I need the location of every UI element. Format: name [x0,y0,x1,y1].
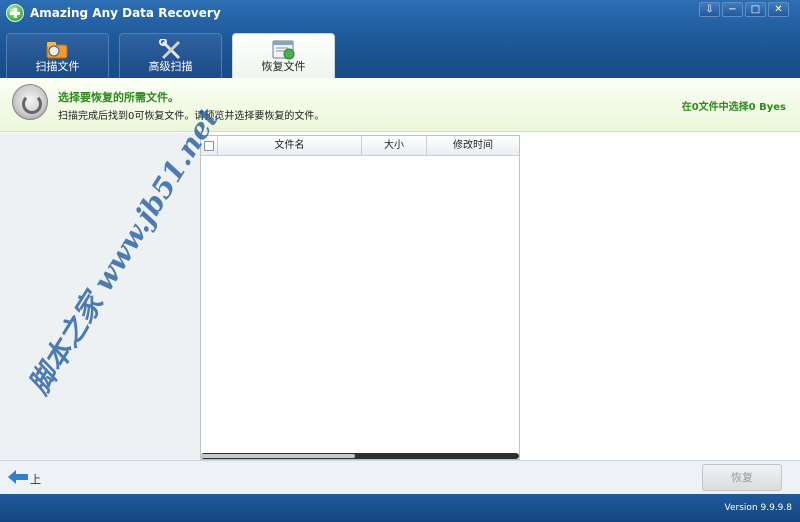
tab-scan-files[interactable]: 扫描文件 [6,33,109,78]
tab-label: 恢复文件 [261,60,306,73]
tab-advanced-scan[interactable]: 高级扫描 [119,33,222,78]
page-title: 选择要恢复的所需文件。 [58,91,179,104]
recovery-disk-icon [12,84,48,120]
close-button[interactable]: ✕ [768,2,789,17]
app-title: Amazing Any Data Recovery [30,6,221,20]
tab-label: 高级扫描 [148,60,193,73]
column-header-size[interactable]: 大小 [362,136,427,156]
app-logo-icon [6,4,24,22]
file-list-table[interactable]: 文件名 大小 修改时间 [200,135,520,460]
download-button[interactable]: ⇩ [699,2,720,17]
tab-recover-files[interactable]: 恢复文件 [232,33,335,78]
recover-button[interactable]: 恢复 [702,464,782,491]
table-header: 文件名 大小 修改时间 [201,136,519,156]
version-label: Version 9.9.9.8 [724,503,792,513]
back-arrow-icon[interactable] [8,470,28,484]
scrollbar-thumb[interactable] [201,454,355,458]
header-info-bar: 选择要恢复的所需文件。 扫描完成后找到0可恢复文件。请预览并选择要恢复的文件。 … [0,78,800,132]
tab-label: 扫描文件 [35,60,80,73]
horizontal-scrollbar[interactable] [201,453,519,459]
maximize-button[interactable]: □ [745,2,766,17]
back-label[interactable]: 上 [30,471,41,487]
preview-panel [521,133,800,460]
selection-summary: 在0文件中选择0 Byes [681,102,786,113]
status-bar: Version 9.9.9.8 [0,494,800,522]
column-header-modified-time[interactable]: 修改时间 [427,136,519,156]
minimize-button[interactable]: − [722,2,743,17]
title-bar: Amazing Any Data Recovery ⇩ − □ ✕ 扫描文件 高… [0,0,800,78]
bottom-toolbar: 上 [0,460,800,494]
column-header-name[interactable]: 文件名 [218,136,362,156]
